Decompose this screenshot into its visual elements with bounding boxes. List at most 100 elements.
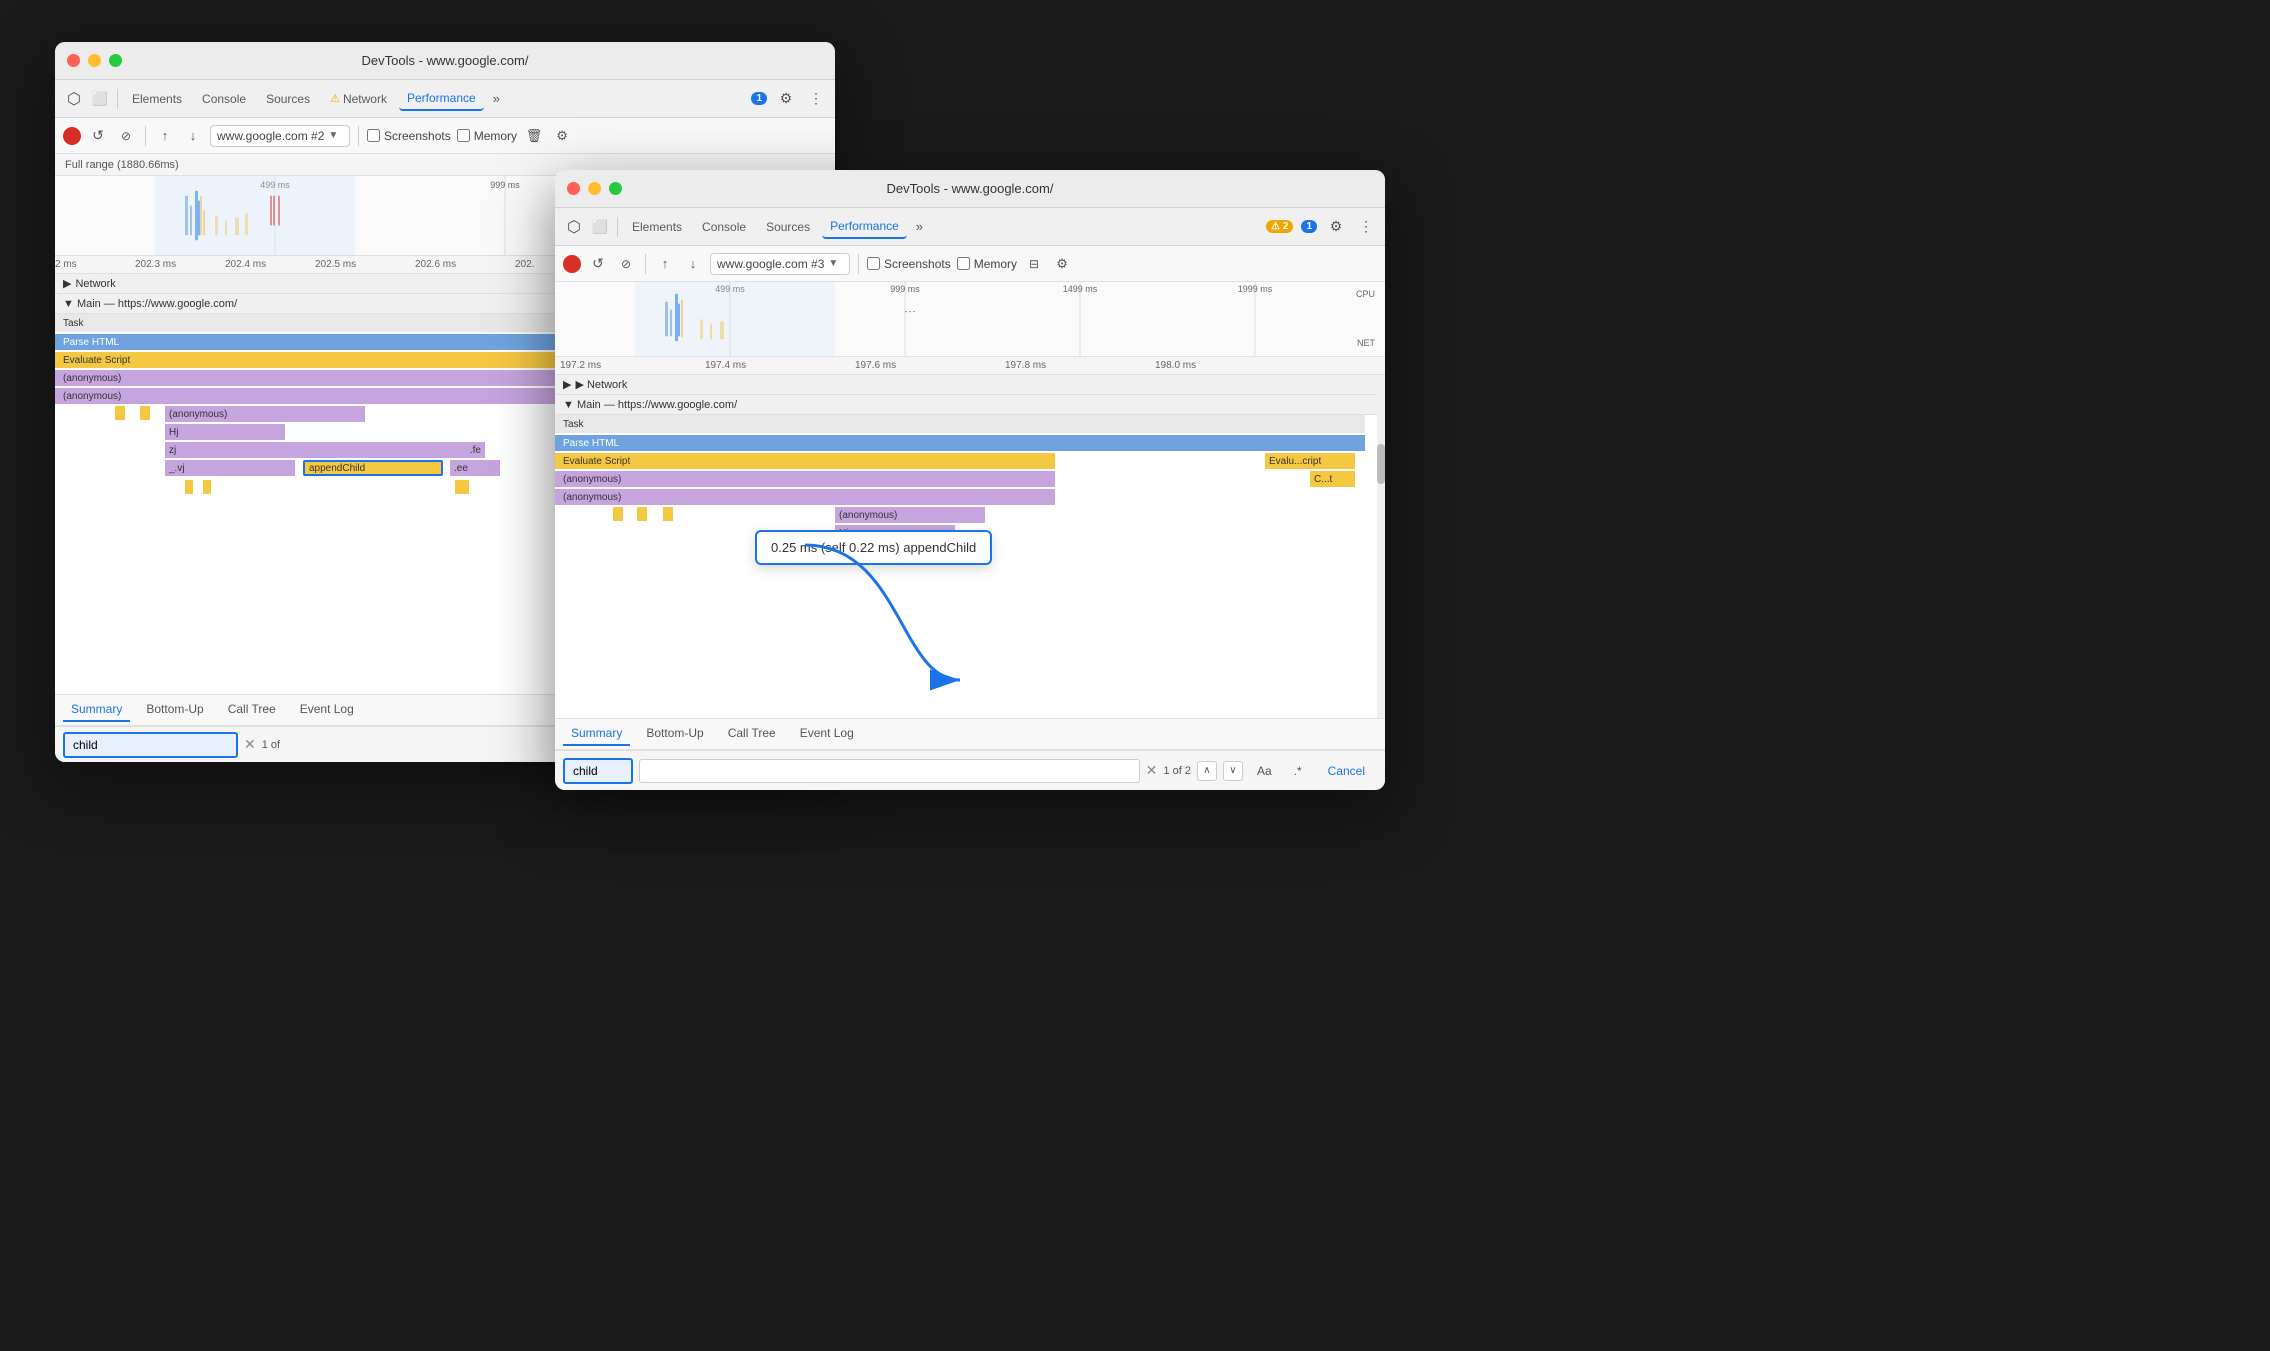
small-bar4 xyxy=(203,480,211,494)
event-log-tab-2[interactable]: Event Log xyxy=(792,722,862,746)
network-section-2[interactable]: ▶ ▶ Network xyxy=(555,375,1385,395)
evalu-cript-bar-2[interactable]: Evalu...cript xyxy=(1265,453,1355,469)
clear-search-icon-1[interactable]: ✕ xyxy=(244,736,256,753)
maximize-button-1[interactable] xyxy=(109,54,122,67)
hj-bar-1[interactable]: Hj xyxy=(165,424,285,440)
memory-checkbox-2[interactable] xyxy=(957,257,970,270)
more-icon-2[interactable]: ⋮ xyxy=(1355,216,1377,238)
ct-bar-2[interactable]: C...t xyxy=(1310,471,1355,487)
minimize-button-2[interactable] xyxy=(588,182,601,195)
settings3-icon-1[interactable]: ⚙ xyxy=(551,125,573,147)
summary-tab-2[interactable]: Summary xyxy=(563,722,630,746)
aa-btn-2[interactable]: Aa xyxy=(1249,760,1280,782)
toolbar-icons-1: 1 ⚙ ⋮ xyxy=(751,88,827,110)
more-tabs-btn-1[interactable]: » xyxy=(488,89,505,108)
clear-search-icon-2[interactable]: ✕ xyxy=(1146,762,1158,779)
memory-icon-2[interactable]: ⊟ xyxy=(1023,253,1045,275)
dot-btn-2[interactable]: .* xyxy=(1286,760,1310,782)
record-bar-2: ↺ ⊘ ↑ ↓ www.google.com #3 ▼ Screenshots … xyxy=(555,246,1385,282)
timeline-overview-2[interactable]: CPU NET 499 ms 999 ms 1499 ms 1999 ms xyxy=(555,282,1385,357)
search-input-1[interactable] xyxy=(63,732,238,758)
more-icon-1[interactable]: ⋮ xyxy=(805,88,827,110)
download-btn-2[interactable]: ↓ xyxy=(682,253,704,275)
parse-html-bar-2[interactable]: Parse HTML xyxy=(555,435,1365,451)
reload-btn-1[interactable]: ↺ xyxy=(87,125,109,147)
screenshots-check-2: Screenshots xyxy=(867,257,951,271)
screenshots-checkbox-2[interactable] xyxy=(867,257,880,270)
ruler-mark-0: 2 ms xyxy=(55,259,77,270)
screenshots-checkbox-1[interactable] xyxy=(367,129,380,142)
anon2-bar-1[interactable]: (anonymous) xyxy=(55,388,615,404)
url-selector-2[interactable]: www.google.com #3 ▼ xyxy=(710,253,850,275)
anon3-bar-1[interactable]: (anonymous) xyxy=(165,406,365,422)
close-button-2[interactable] xyxy=(567,182,580,195)
inspector-icon[interactable]: ⬡ xyxy=(63,88,85,110)
device-icon[interactable]: ⬜ xyxy=(89,88,111,110)
ee-bar-1[interactable]: .ee xyxy=(450,460,500,476)
tab-console-2[interactable]: Console xyxy=(694,216,754,238)
append-child-bar-1[interactable]: appendChild xyxy=(303,460,443,476)
badge-1: 1 xyxy=(751,92,767,105)
anon2-bar-2[interactable]: (anonymous) xyxy=(555,489,1055,505)
upload-btn-2[interactable]: ↑ xyxy=(654,253,676,275)
settings-icon-2[interactable]: ⚙ xyxy=(1325,216,1347,238)
svg-text:1999 ms: 1999 ms xyxy=(1238,284,1273,294)
url-chevron-2: ▼ xyxy=(828,258,838,269)
search-input-main-2[interactable] xyxy=(639,759,1140,783)
cancel-btn-2[interactable]: Cancel xyxy=(1316,760,1377,782)
tab-sources[interactable]: Sources xyxy=(258,88,318,110)
download-btn-1[interactable]: ↓ xyxy=(182,125,204,147)
ruler-mark2-2: 197.6 ms xyxy=(855,360,896,371)
ruler-mark-4: 202.6 ms xyxy=(415,259,456,270)
tab-elements-2[interactable]: Elements xyxy=(624,216,690,238)
minimize-button-1[interactable] xyxy=(88,54,101,67)
tab-performance-2[interactable]: Performance xyxy=(822,215,907,239)
device-icon-2[interactable]: ⬜ xyxy=(589,216,611,238)
bottom-up-tab-1[interactable]: Bottom-Up xyxy=(138,698,211,722)
zj-bar-1[interactable]: zj .fe xyxy=(165,442,485,458)
title-bar-1: DevTools - www.google.com/ xyxy=(55,42,835,80)
settings3-icon-2[interactable]: ⚙ xyxy=(1051,253,1073,275)
trash-icon-1[interactable]: 🗑 xyxy=(523,125,545,147)
task-bar-2[interactable]: Task xyxy=(555,415,1365,433)
upload-btn-1[interactable]: ↑ xyxy=(154,125,176,147)
svg-text:999 ms: 999 ms xyxy=(490,180,520,190)
memory-checkbox-1[interactable] xyxy=(457,129,470,142)
tab-network[interactable]: ⚠ Network xyxy=(322,88,395,110)
reload-btn-2[interactable]: ↺ xyxy=(587,253,609,275)
inspector-icon-2[interactable]: ⬡ xyxy=(563,216,585,238)
anon1-bar-1[interactable]: (anonymous) xyxy=(55,370,615,386)
window-controls-2 xyxy=(567,182,622,195)
record-button-1[interactable] xyxy=(63,127,81,145)
close-button-1[interactable] xyxy=(67,54,80,67)
anon1-bar-2[interactable]: (anonymous) xyxy=(555,471,1055,487)
summary-tab-1[interactable]: Summary xyxy=(63,698,130,722)
evaluate-script-bar-2[interactable]: Evaluate Script xyxy=(555,453,1055,469)
call-tree-tab-1[interactable]: Call Tree xyxy=(220,698,284,722)
settings-icon-1[interactable]: ⚙ xyxy=(775,88,797,110)
maximize-button-2[interactable] xyxy=(609,182,622,195)
event-log-tab-1[interactable]: Event Log xyxy=(292,698,362,722)
call-tree-tab-2[interactable]: Call Tree xyxy=(720,722,784,746)
evaluate-script-bar-1[interactable]: Evaluate Script xyxy=(55,352,615,368)
tab-console[interactable]: Console xyxy=(194,88,254,110)
clear-btn-2[interactable]: ⊘ xyxy=(615,253,637,275)
memory-check-1: Memory xyxy=(457,129,517,143)
search-next-btn-2[interactable]: ∨ xyxy=(1223,761,1243,781)
clear-btn-1[interactable]: ⊘ xyxy=(115,125,137,147)
search-prev-btn-2[interactable]: ∧ xyxy=(1197,761,1217,781)
anon3-bar-2[interactable]: (anonymous) xyxy=(835,507,985,523)
svg-text:NET: NET xyxy=(1357,338,1376,348)
vj-bar-1[interactable]: _.vj xyxy=(165,460,295,476)
record-button-2[interactable] xyxy=(563,255,581,273)
tab-sources-2[interactable]: Sources xyxy=(758,216,818,238)
small-bar5 xyxy=(455,480,469,494)
url-selector-1[interactable]: www.google.com #2 ▼ xyxy=(210,125,350,147)
bottom-up-tab-2[interactable]: Bottom-Up xyxy=(638,722,711,746)
tab-performance[interactable]: Performance xyxy=(399,87,484,111)
search-input-2[interactable] xyxy=(563,758,633,784)
main-section-2[interactable]: ▼ Main — https://www.google.com/ xyxy=(555,395,1385,415)
tab-elements[interactable]: Elements xyxy=(124,88,190,110)
title-bar-2: DevTools - www.google.com/ xyxy=(555,170,1385,208)
more-tabs-btn-2[interactable]: » xyxy=(911,217,928,236)
